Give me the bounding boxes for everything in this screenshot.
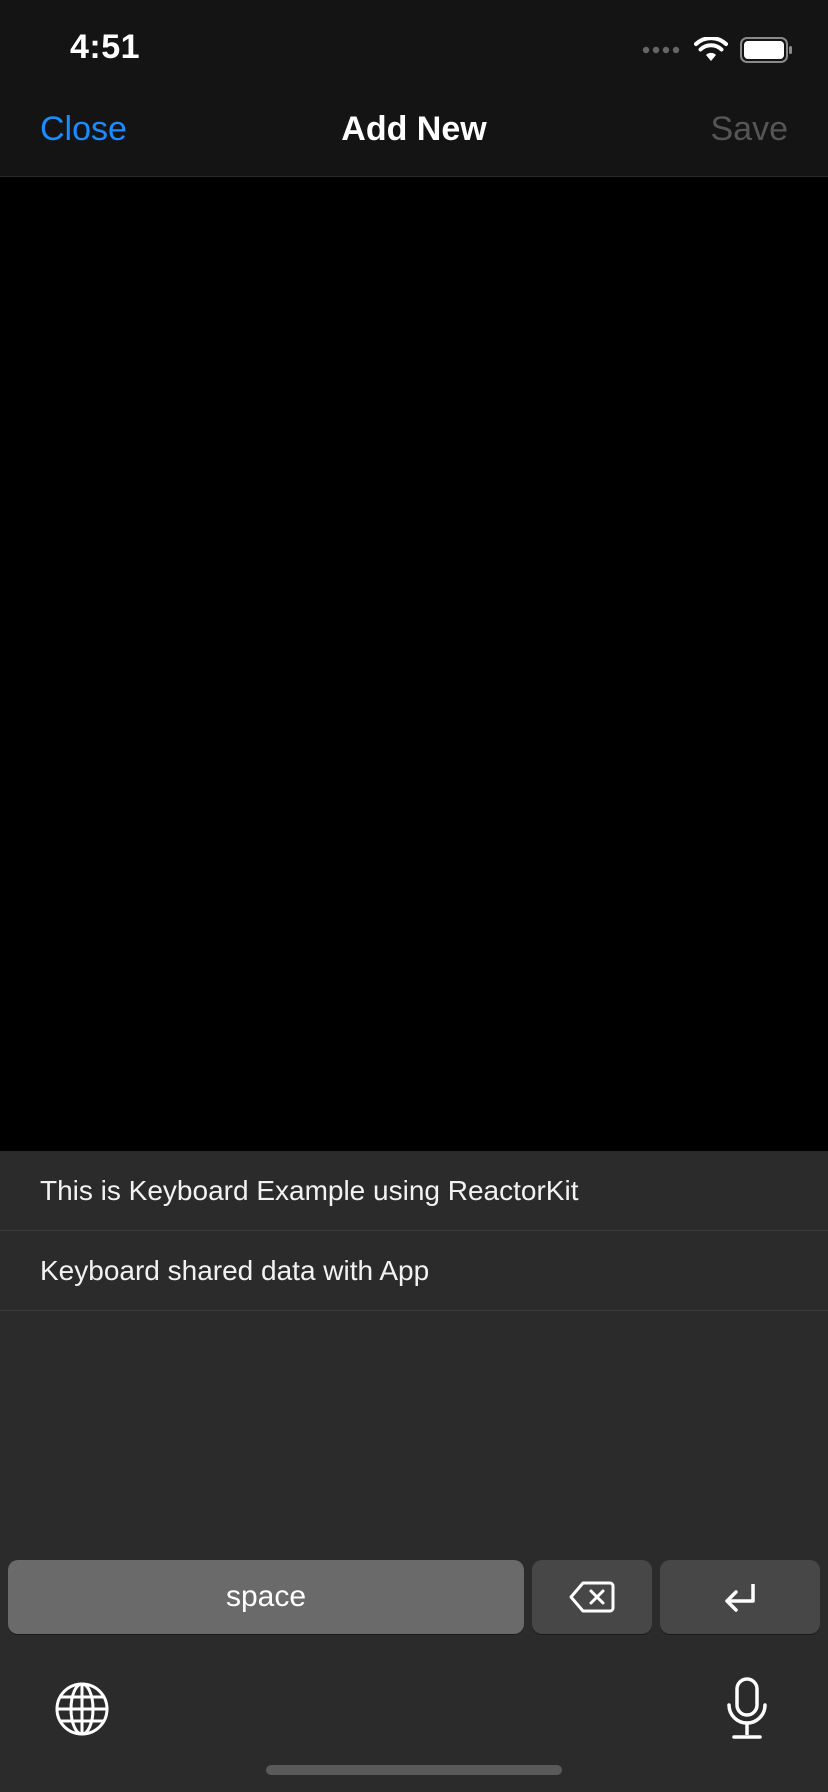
suggestion-item[interactable]: This is Keyboard Example using ReactorKi… <box>0 1151 828 1231</box>
key-row: space <box>8 1560 820 1634</box>
return-icon <box>725 1584 755 1612</box>
navigation-bar: Close Add New Save <box>0 88 828 177</box>
delete-icon <box>569 1581 615 1613</box>
suggestion-item[interactable]: Keyboard shared data with App <box>0 1231 828 1311</box>
microphone-icon <box>727 1677 767 1739</box>
globe-icon <box>55 1682 109 1736</box>
custom-keyboard: This is Keyboard Example using ReactorKi… <box>0 1151 828 1792</box>
return-key[interactable] <box>660 1560 820 1634</box>
space-key[interactable]: space <box>8 1560 524 1634</box>
save-button[interactable]: Save <box>711 110 789 149</box>
home-indicator[interactable] <box>266 1765 562 1775</box>
battery-icon <box>740 37 792 63</box>
signal-icon <box>642 46 680 54</box>
page-title: Add New <box>341 110 487 148</box>
dictation-key[interactable] <box>726 1677 768 1741</box>
status-time: 4:51 <box>70 28 141 66</box>
delete-key[interactable] <box>532 1560 652 1634</box>
status-bar: 4:51 <box>0 0 828 88</box>
status-icons <box>642 34 794 66</box>
wifi-icon <box>694 37 728 61</box>
content-area[interactable] <box>0 177 828 1151</box>
globe-key[interactable] <box>54 1681 110 1737</box>
